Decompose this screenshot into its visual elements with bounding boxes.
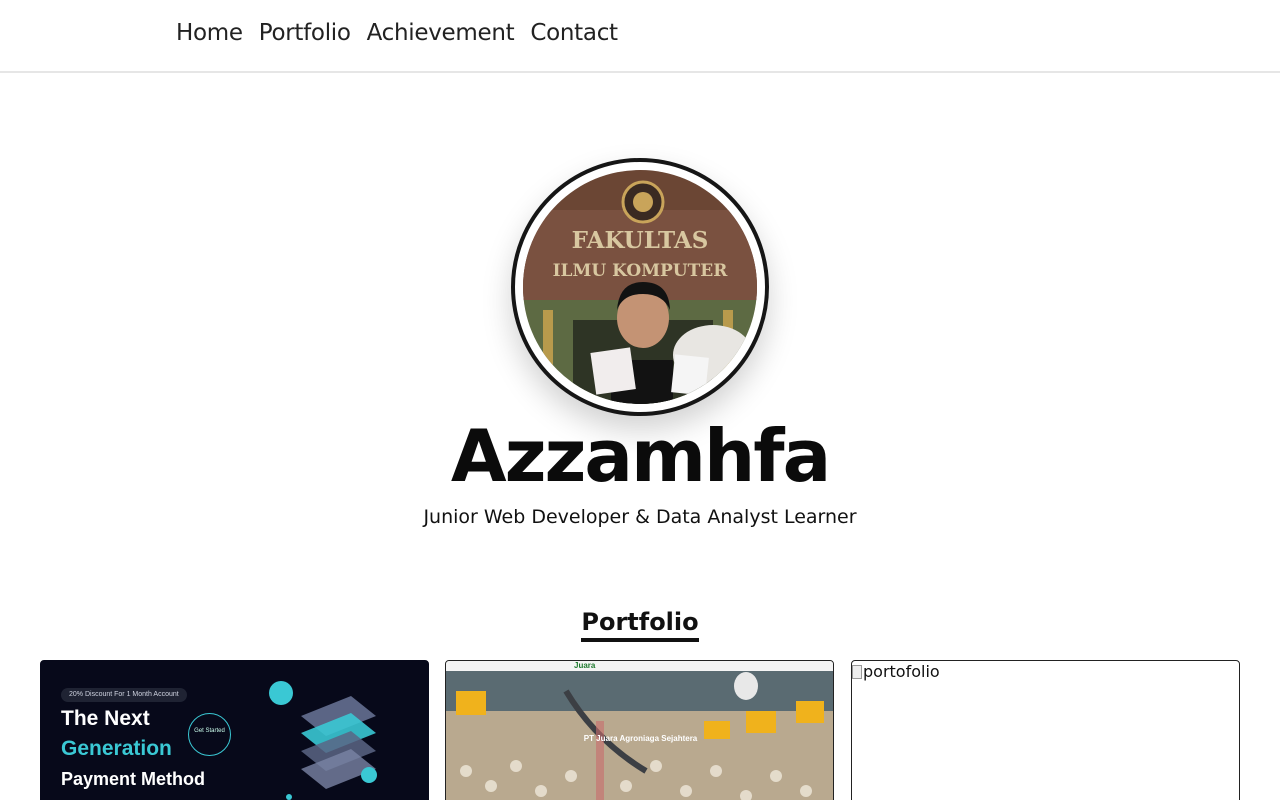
hero-name: Azzamhfa bbox=[450, 414, 831, 498]
portfolio-card-broken[interactable]: portofolio bbox=[851, 660, 1240, 800]
svg-text:FAKULTAS: FAKULTAS bbox=[572, 227, 709, 254]
portfolio-title-text: Portfolio bbox=[581, 608, 699, 642]
card-stack-illustration bbox=[269, 681, 377, 800]
card-headline-line2: Generation bbox=[61, 737, 172, 760]
get-started-button: Get Started bbox=[188, 713, 231, 756]
nav-achievement-link[interactable]: Achievement bbox=[367, 20, 515, 46]
portfolio-card-juara[interactable]: Juara PT Juara Agroniaga Sejahtera bbox=[445, 660, 834, 800]
nav-portfolio-link[interactable]: Portfolio bbox=[259, 20, 351, 46]
nav-links: Home Portfolio Achievement Contact bbox=[176, 20, 618, 46]
card-headline-line1: The Next bbox=[61, 707, 150, 730]
hero-subtitle: Junior Web Developer & Data Analyst Lear… bbox=[423, 506, 857, 528]
svg-text:Juara: Juara bbox=[574, 661, 596, 670]
broken-image-alt: portofolio bbox=[863, 662, 940, 681]
nav-home-link[interactable]: Home bbox=[176, 20, 243, 46]
profile-photo: FAKULTAS ILMU KOMPUTER bbox=[523, 170, 757, 404]
portfolio-section-title: Portfolio bbox=[0, 608, 1280, 642]
profile-photo-illustration: FAKULTAS ILMU KOMPUTER bbox=[523, 170, 757, 404]
nav-contact-link[interactable]: Contact bbox=[530, 20, 618, 46]
broken-image-placeholder: portofolio bbox=[852, 662, 940, 681]
discount-badge: 20% Discount For 1 Month Account bbox=[61, 688, 187, 702]
profile-avatar: FAKULTAS ILMU KOMPUTER bbox=[511, 158, 769, 416]
juara-site-title: PT Juara Agroniaga Sejahtera bbox=[583, 734, 698, 743]
poultry-farm-photo: Juara bbox=[446, 661, 833, 800]
svg-text:ILMU KOMPUTER: ILMU KOMPUTER bbox=[553, 261, 729, 281]
navbar: Home Portfolio Achievement Contact bbox=[0, 0, 1280, 73]
broken-image-icon bbox=[852, 664, 862, 679]
portfolio-card-payment[interactable]: 20% Discount For 1 Month Account The Nex… bbox=[40, 660, 429, 800]
card-headline-line3: Payment Method bbox=[61, 769, 206, 789]
